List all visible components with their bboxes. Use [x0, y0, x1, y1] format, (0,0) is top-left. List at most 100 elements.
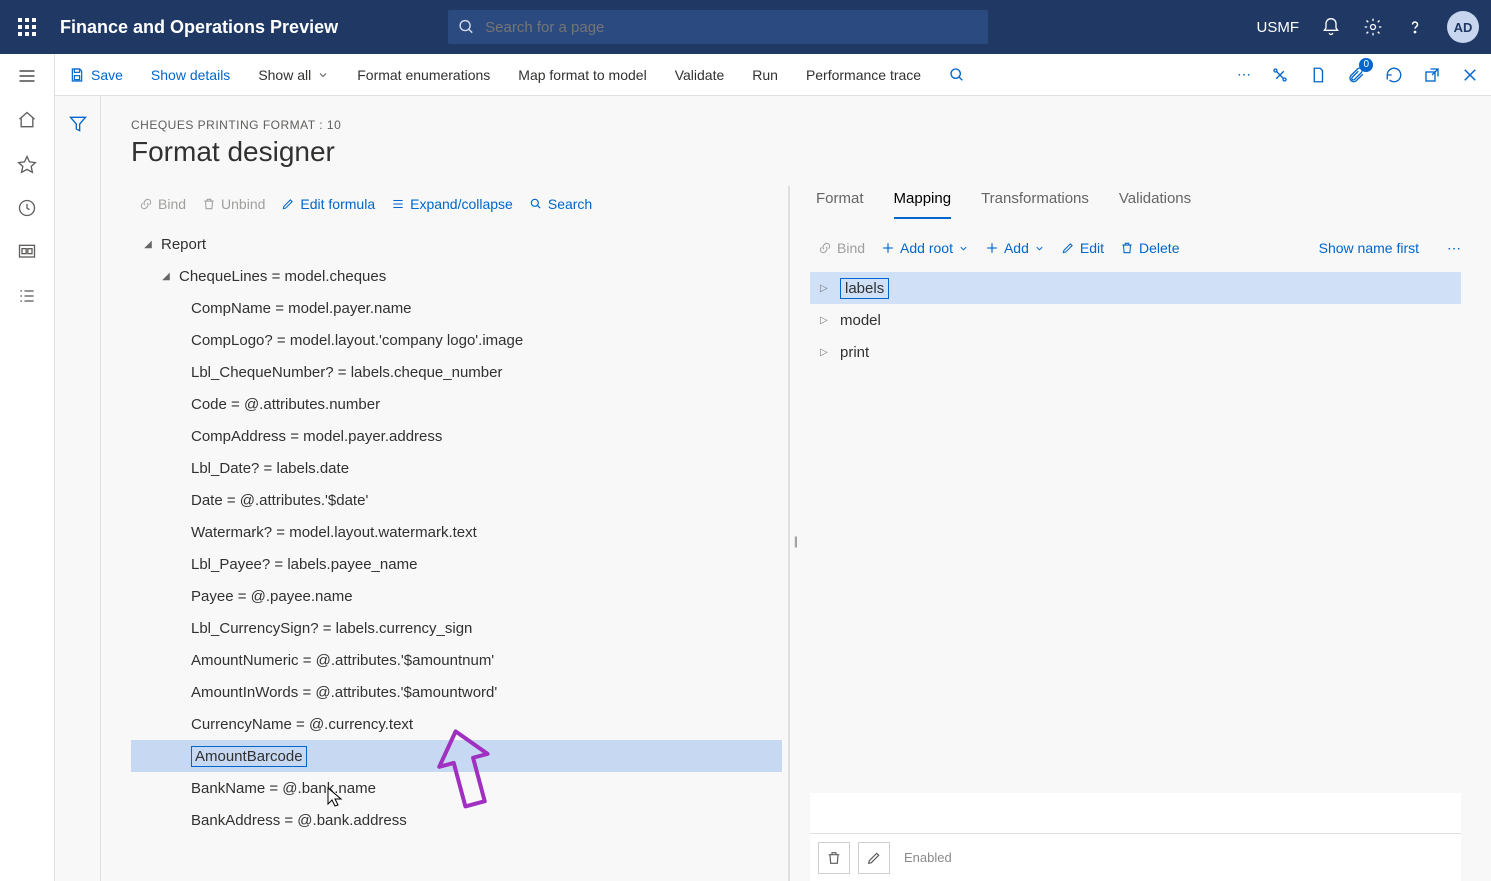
- tab-mapping[interactable]: Mapping: [894, 186, 952, 219]
- breadcrumb: CHEQUES PRINTING FORMAT : 10: [131, 118, 1461, 132]
- refresh-icon[interactable]: [1385, 66, 1403, 84]
- tree-node-label: CurrencyName = @.currency.text: [191, 716, 413, 733]
- hamburger-icon[interactable]: [17, 66, 37, 86]
- add-root-button[interactable]: Add root: [881, 240, 969, 256]
- filter-column: [55, 96, 101, 881]
- chevron-down-icon: [958, 243, 969, 254]
- tree-node-chequelines[interactable]: ◢ ChequeLines = model.cheques: [131, 260, 782, 292]
- run-button[interactable]: Run: [738, 54, 792, 95]
- tab-transformations[interactable]: Transformations: [981, 186, 1089, 219]
- modules-icon[interactable]: [17, 286, 37, 306]
- format-tree[interactable]: ◢ Report ◢ ChequeLines = model.cheques C…: [131, 228, 782, 881]
- tree-node[interactable]: BankName = @.bank.name: [131, 772, 782, 804]
- more-icon[interactable]: ⋯: [1237, 66, 1251, 83]
- workspace-icon[interactable]: [17, 242, 37, 262]
- tree-node[interactable]: Lbl_Payee? = labels.payee_name: [131, 548, 782, 580]
- user-avatar[interactable]: AD: [1447, 11, 1479, 43]
- help-icon[interactable]: [1405, 17, 1425, 37]
- tree-node[interactable]: Code = @.attributes.number: [131, 388, 782, 420]
- star-icon[interactable]: [17, 154, 37, 174]
- tree-node-label: Lbl_ChequeNumber? = labels.cheque_number: [191, 364, 502, 381]
- tree-node[interactable]: Lbl_Date? = labels.date: [131, 452, 782, 484]
- chevron-down-icon: [1034, 243, 1045, 254]
- plus-icon: [881, 241, 895, 255]
- tree-node[interactable]: Lbl_ChequeNumber? = labels.cheque_number: [131, 356, 782, 388]
- save-button[interactable]: Save: [63, 54, 137, 95]
- top-nav: Finance and Operations Preview USMF AD: [0, 0, 1491, 54]
- document-icon[interactable]: [1309, 66, 1327, 84]
- enabled-label: Enabled: [904, 850, 952, 865]
- expand-collapse-button[interactable]: Expand/collapse: [391, 196, 513, 212]
- map-format-button[interactable]: Map format to model: [504, 54, 660, 95]
- page-title: Format designer: [131, 136, 1461, 168]
- save-icon: [69, 67, 85, 83]
- clock-icon[interactable]: [17, 198, 37, 218]
- unbind-button[interactable]: Unbind: [202, 196, 265, 212]
- tree-node[interactable]: CompLogo? = model.layout.'company logo'.…: [131, 324, 782, 356]
- global-search[interactable]: [448, 10, 988, 44]
- edit-button[interactable]: Edit: [1061, 240, 1104, 256]
- more-icon-right[interactable]: ⋯: [1447, 240, 1461, 257]
- validate-button[interactable]: Validate: [661, 54, 739, 95]
- tree-node[interactable]: Date = @.attributes.'$date': [131, 484, 782, 516]
- expander-icon[interactable]: ◢: [141, 239, 155, 250]
- tree-node[interactable]: Watermark? = model.layout.watermark.text: [131, 516, 782, 548]
- splitter-handle[interactable]: ||: [794, 534, 796, 548]
- gear-icon[interactable]: [1363, 17, 1383, 37]
- mapping-pane: FormatMappingTransformationsValidations …: [802, 186, 1461, 881]
- expander-icon[interactable]: ▷: [820, 315, 830, 326]
- edit-formula-button[interactable]: Edit formula: [281, 196, 375, 212]
- data-source-node[interactable]: ▷labels: [810, 272, 1461, 304]
- tree-node[interactable]: Payee = @.payee.name: [131, 580, 782, 612]
- tree-node-label: AmountBarcode: [191, 746, 307, 767]
- app-launcher-icon[interactable]: [12, 12, 42, 42]
- tree-node[interactable]: CurrencyName = @.currency.text: [131, 708, 782, 740]
- tree-node[interactable]: CompAddress = model.payer.address: [131, 420, 782, 452]
- close-icon[interactable]: [1461, 66, 1479, 84]
- home-icon[interactable]: [17, 110, 37, 130]
- pencil-icon: [1061, 241, 1075, 255]
- format-tree-pane: || Bind Unbind Edit formula: [131, 186, 790, 881]
- data-source-node[interactable]: ▷model: [810, 304, 1461, 336]
- delete-formula-button[interactable]: [818, 842, 850, 874]
- link-icon[interactable]: [1271, 66, 1289, 84]
- bell-icon[interactable]: [1321, 17, 1341, 37]
- bind-button-right[interactable]: Bind: [818, 240, 865, 256]
- pencil-icon: [866, 850, 882, 866]
- attach-icon[interactable]: 0: [1347, 66, 1365, 84]
- tab-validations[interactable]: Validations: [1119, 186, 1191, 219]
- show-name-first-link[interactable]: Show name first: [1319, 240, 1431, 256]
- tree-toolbar: Bind Unbind Edit formula Expand/collapse: [131, 186, 782, 222]
- expander-icon[interactable]: ◢: [159, 271, 173, 282]
- tree-node[interactable]: Lbl_CurrencySign? = labels.currency_sign: [131, 612, 782, 644]
- formula-editor-strip: Enabled: [810, 833, 1461, 881]
- performance-trace-button[interactable]: Performance trace: [792, 54, 935, 95]
- expander-icon[interactable]: ▷: [820, 347, 830, 358]
- tab-format[interactable]: Format: [816, 186, 864, 219]
- data-source-tree[interactable]: ▷labels▷model▷print: [810, 272, 1461, 793]
- search-command-icon[interactable]: [935, 54, 979, 95]
- expander-icon[interactable]: ▷: [820, 283, 830, 294]
- bind-button[interactable]: Bind: [139, 196, 186, 212]
- show-details-button[interactable]: Show details: [137, 54, 244, 95]
- search-input[interactable]: [485, 19, 978, 36]
- popout-icon[interactable]: [1423, 66, 1441, 84]
- tree-node[interactable]: AmountInWords = @.attributes.'$amountwor…: [131, 676, 782, 708]
- delete-button[interactable]: Delete: [1120, 240, 1179, 256]
- tree-node[interactable]: AmountNumeric = @.attributes.'$amountnum…: [131, 644, 782, 676]
- tree-node[interactable]: BankAddress = @.bank.address: [131, 804, 782, 836]
- link-icon: [139, 197, 153, 211]
- list-icon: [391, 197, 405, 211]
- show-all-dropdown[interactable]: Show all: [244, 54, 343, 95]
- legal-entity[interactable]: USMF: [1257, 19, 1300, 36]
- add-button[interactable]: Add: [985, 240, 1045, 256]
- tree-node[interactable]: AmountBarcode: [131, 740, 782, 772]
- data-source-node[interactable]: ▷print: [810, 336, 1461, 368]
- tree-node[interactable]: CompName = model.payer.name: [131, 292, 782, 324]
- pencil-icon: [281, 197, 295, 211]
- format-enumerations-button[interactable]: Format enumerations: [343, 54, 504, 95]
- tree-node-root[interactable]: ◢ Report: [131, 228, 782, 260]
- tree-search-button[interactable]: Search: [529, 196, 592, 212]
- funnel-icon[interactable]: [68, 114, 88, 881]
- edit-formula-strip-button[interactable]: [858, 842, 890, 874]
